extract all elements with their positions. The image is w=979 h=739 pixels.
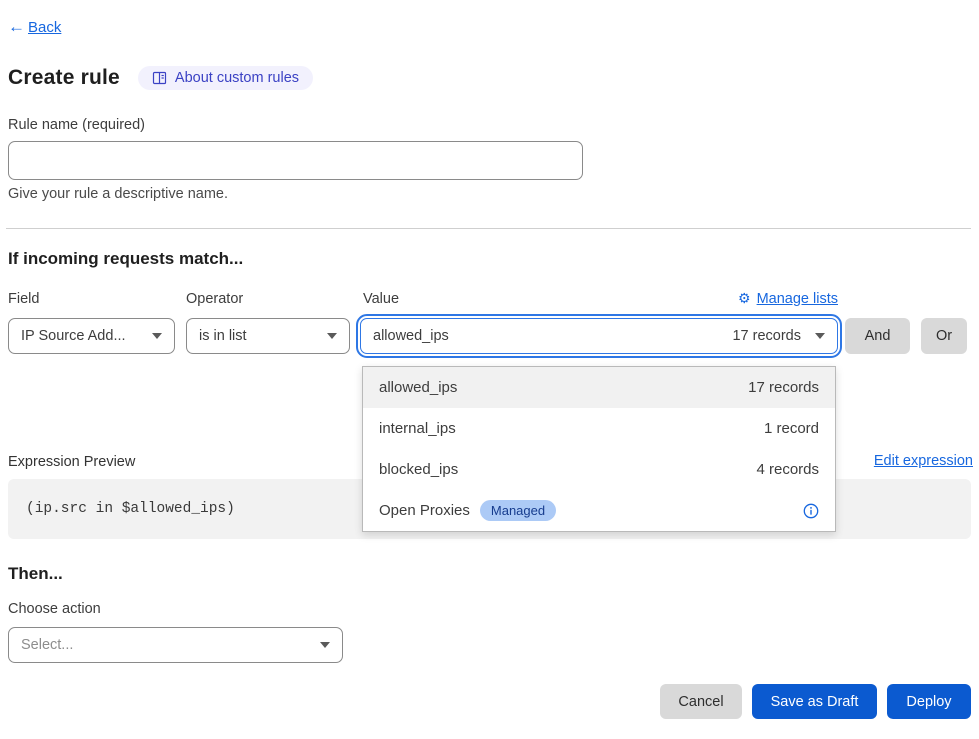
operator-label: Operator [186, 291, 243, 307]
about-badge-label: About custom rules [175, 70, 299, 86]
list-option-internal-ips[interactable]: internal_ips 1 record [363, 408, 835, 449]
value-select-value: allowed_ips [373, 328, 732, 344]
book-icon [152, 71, 167, 85]
back-link[interactable]: ← Back [8, 17, 61, 37]
field-select[interactable]: IP Source Add... [8, 318, 175, 354]
cancel-button[interactable]: Cancel [660, 684, 742, 719]
managed-badge: Managed [480, 500, 556, 521]
deploy-button[interactable]: Deploy [887, 684, 971, 719]
page-title: Create rule [8, 66, 120, 90]
choose-action-label: Choose action [8, 601, 101, 617]
field-select-value: IP Source Add... [21, 328, 142, 344]
then-section-heading: Then... [8, 564, 63, 584]
list-option-name: Open Proxies [379, 502, 470, 519]
gear-icon: ⚙ [738, 290, 751, 307]
manage-lists-label: Manage lists [757, 291, 838, 307]
value-select[interactable]: allowed_ips 17 records [360, 318, 838, 354]
back-arrow-icon: ← [8, 17, 25, 37]
list-option-name: allowed_ips [379, 379, 457, 396]
action-select[interactable]: Select... [8, 627, 343, 663]
list-option-records: 4 records [756, 461, 819, 478]
operator-select-value: is in list [199, 328, 317, 344]
list-option-records: 1 record [764, 420, 819, 437]
list-option-blocked-ips[interactable]: blocked_ips 4 records [363, 449, 835, 490]
about-custom-rules-link[interactable]: About custom rules [138, 66, 313, 90]
rule-name-helper-text: Give your rule a descriptive name. [8, 186, 228, 202]
list-option-allowed-ips[interactable]: allowed_ips 17 records [363, 367, 835, 408]
save-as-draft-button[interactable]: Save as Draft [752, 684, 877, 719]
chevron-down-icon [327, 333, 337, 339]
value-label: Value [363, 291, 399, 307]
rule-name-label: Rule name (required) [8, 117, 145, 133]
value-select-records: 17 records [732, 328, 801, 344]
section-divider [6, 228, 971, 229]
back-link-label: Back [28, 19, 61, 36]
chevron-down-icon [152, 333, 162, 339]
chevron-down-icon [320, 642, 330, 648]
edit-expression-link[interactable]: Edit expression [874, 453, 973, 469]
chevron-down-icon [815, 333, 825, 339]
list-option-name: blocked_ips [379, 461, 458, 478]
rule-name-input[interactable] [8, 141, 583, 180]
list-dropdown-panel: allowed_ips 17 records internal_ips 1 re… [362, 366, 836, 532]
expression-code: (ip.src in $allowed_ips) [26, 501, 235, 517]
and-button[interactable]: And [845, 318, 910, 354]
list-option-open-proxies[interactable]: Open Proxies Managed [363, 490, 835, 531]
info-icon[interactable] [803, 503, 819, 519]
action-select-placeholder: Select... [21, 637, 310, 653]
list-option-records: 17 records [748, 379, 819, 396]
field-label: Field [8, 291, 39, 307]
or-button[interactable]: Or [921, 318, 967, 354]
expression-preview-label: Expression Preview [8, 454, 135, 470]
match-section-heading: If incoming requests match... [8, 249, 243, 269]
title-row: Create rule About custom rules [8, 66, 313, 90]
list-option-name: internal_ips [379, 420, 456, 437]
operator-select[interactable]: is in list [186, 318, 350, 354]
manage-lists-link[interactable]: ⚙ Manage lists [738, 290, 838, 307]
